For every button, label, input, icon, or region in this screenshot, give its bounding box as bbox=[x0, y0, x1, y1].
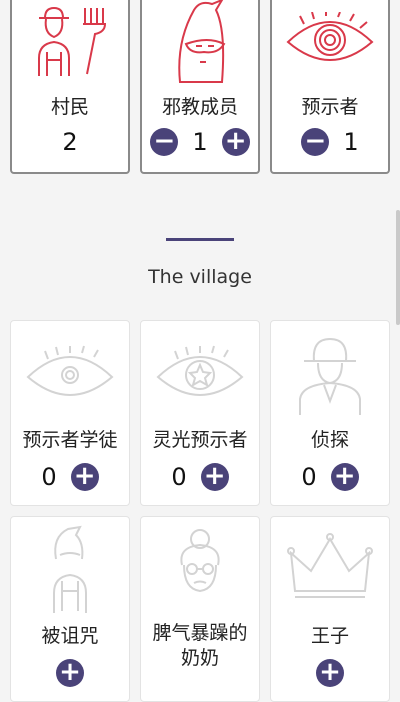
role-name: 灵光预示者 bbox=[152, 429, 248, 451]
increase-button[interactable]: + bbox=[221, 128, 250, 156]
role-card-villager[interactable]: 村民 2 bbox=[10, 0, 130, 174]
increase-button[interactable]: + bbox=[330, 463, 359, 491]
detective-icon bbox=[271, 331, 389, 415]
role-card-prince[interactable]: 王子 + bbox=[270, 516, 390, 702]
role-name: 预示者学徒 bbox=[22, 429, 118, 451]
scrollbar[interactable] bbox=[396, 210, 400, 325]
section-title: The village bbox=[148, 266, 252, 288]
role-count: 1 bbox=[192, 128, 208, 156]
increase-button[interactable]: + bbox=[70, 463, 99, 491]
apprentice-eye-icon bbox=[11, 343, 129, 403]
role-count: 2 bbox=[62, 128, 78, 156]
decrease-button[interactable]: − bbox=[150, 128, 179, 156]
role-card-cursed[interactable]: 被诅咒 + bbox=[10, 516, 130, 702]
role-name: 村民 bbox=[50, 96, 89, 118]
role-card-grumpy-grandma[interactable]: 脾气暴躁的 奶奶 bbox=[140, 516, 260, 702]
role-name: 被诅咒 bbox=[41, 625, 99, 647]
villager-farmer-icon bbox=[12, 4, 128, 80]
role-card-apprentice-seer[interactable]: 预示者学徒 0 + bbox=[10, 320, 130, 506]
role-card-cultist[interactable]: 邪教成员 − 1 + bbox=[140, 0, 260, 174]
increase-button[interactable]: + bbox=[316, 659, 344, 687]
crown-icon bbox=[271, 531, 389, 601]
hooded-cultist-icon bbox=[142, 0, 258, 84]
decrease-button[interactable]: − bbox=[301, 128, 330, 156]
role-card-detective[interactable]: 侦探 0 + bbox=[270, 320, 390, 506]
increase-button[interactable]: + bbox=[56, 659, 84, 687]
role-count: 1 bbox=[343, 128, 359, 156]
cursed-villager-icon bbox=[11, 525, 129, 613]
role-count: 0 bbox=[301, 463, 317, 491]
grandma-icon bbox=[141, 525, 259, 613]
role-name: 邪教成员 bbox=[161, 96, 238, 118]
role-name: 侦探 bbox=[310, 429, 349, 451]
aura-eye-icon bbox=[141, 343, 259, 403]
role-card-aura-seer[interactable]: 灵光预示者 0 + bbox=[140, 320, 260, 506]
role-count: 0 bbox=[41, 463, 57, 491]
role-count: 0 bbox=[171, 463, 187, 491]
role-card-seer[interactable]: 预示者 − 1 bbox=[270, 0, 390, 174]
role-name: 王子 bbox=[310, 625, 349, 647]
seer-eye-icon bbox=[272, 12, 388, 72]
section-divider bbox=[166, 238, 234, 241]
role-name: 预示者 bbox=[301, 96, 359, 118]
increase-button[interactable]: + bbox=[200, 463, 229, 491]
